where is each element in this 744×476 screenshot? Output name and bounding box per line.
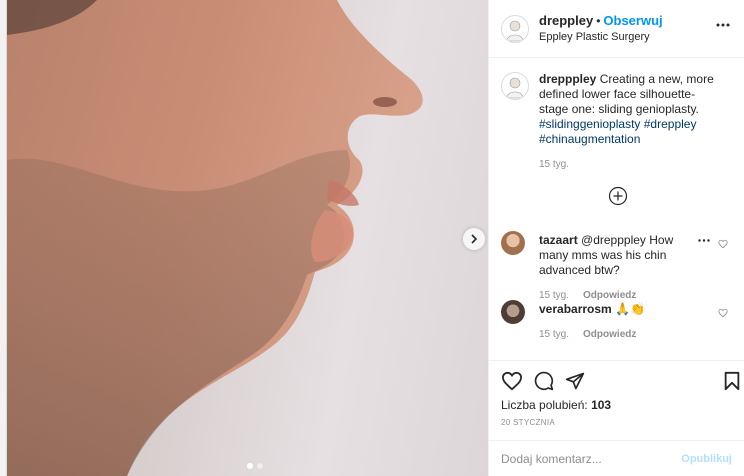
carousel-next-button[interactable]: [463, 228, 485, 250]
avatar[interactable]: [501, 72, 529, 100]
avatar[interactable]: [501, 300, 525, 324]
caption-timestamp[interactable]: 15 tyg.: [539, 157, 715, 172]
avatar[interactable]: [501, 231, 525, 255]
doctor-avatar-icon: [506, 20, 524, 41]
bookmark-icon[interactable]: [723, 371, 741, 391]
publish-button[interactable]: Opublikuj: [681, 453, 732, 465]
add-comment-bar: Opublikuj: [489, 440, 744, 476]
more-options-icon[interactable]: [698, 239, 710, 242]
follow-button[interactable]: Obserwuj: [603, 13, 662, 28]
hashtag-link[interactable]: #chinaugmentation: [539, 132, 640, 146]
likes-count[interactable]: Liczba polubień: 103: [501, 398, 611, 412]
likes-label: Liczba polubień:: [501, 398, 588, 412]
comment-timestamp[interactable]: 15 tyg.: [539, 288, 569, 303]
comment-text: 🙏👏: [615, 302, 645, 316]
like-comment-heart-icon[interactable]: [718, 308, 728, 318]
separator-dot: •: [596, 14, 601, 28]
post-location[interactable]: Eppley Plastic Surgery: [539, 29, 663, 45]
post-header: dreppley • Obserwuj Eppley Plastic Surgery: [489, 0, 744, 58]
carousel-dot: [257, 463, 263, 469]
comment-item: tazaart @drepppley How many mms was his …: [501, 231, 734, 303]
more-options-icon[interactable]: [716, 23, 730, 27]
carousel-dot: [247, 463, 253, 469]
comment-input[interactable]: [501, 451, 681, 466]
hashtag-link[interactable]: #slidinggenioplasty: [539, 117, 640, 131]
heart-icon[interactable]: [501, 371, 523, 391]
post-actions: [501, 371, 740, 391]
post-caption: drepppley Creating a new, more defined l…: [501, 72, 734, 172]
post-side-panel: dreppley • Obserwuj Eppley Plastic Surgery…: [488, 0, 744, 476]
comment-item: verabarrosm 🙏👏 15 tyg. Odpowiedz: [501, 300, 734, 342]
hashtag-link[interactable]: #dreppley: [644, 117, 697, 131]
avatar[interactable]: [501, 14, 529, 43]
comment-username[interactable]: verabarrosm: [539, 302, 612, 316]
post-date[interactable]: 20 STYCZNIA: [501, 418, 555, 427]
comment-bubble-icon[interactable]: [534, 371, 554, 391]
comment-timestamp[interactable]: 15 tyg.: [539, 327, 569, 342]
comment-username[interactable]: tazaart: [539, 233, 578, 247]
share-paper-plane-icon[interactable]: [565, 371, 585, 391]
likes-number: 103: [591, 398, 612, 412]
post-author-username[interactable]: dreppley: [539, 13, 593, 28]
profile-face-photo: [7, 0, 423, 476]
post-image[interactable]: [7, 0, 488, 476]
caption-username[interactable]: drepppley: [539, 72, 596, 86]
reply-button[interactable]: Odpowiedz: [583, 327, 636, 342]
reply-button[interactable]: Odpowiedz: [583, 288, 636, 303]
load-more-comments-icon[interactable]: [608, 186, 628, 206]
doctor-avatar-icon: [506, 77, 524, 99]
left-edge: [0, 0, 7, 476]
like-comment-heart-icon[interactable]: [718, 239, 728, 249]
carousel-dots: [247, 463, 263, 469]
section-divider: [489, 360, 744, 361]
chevron-right-icon: [471, 234, 478, 244]
